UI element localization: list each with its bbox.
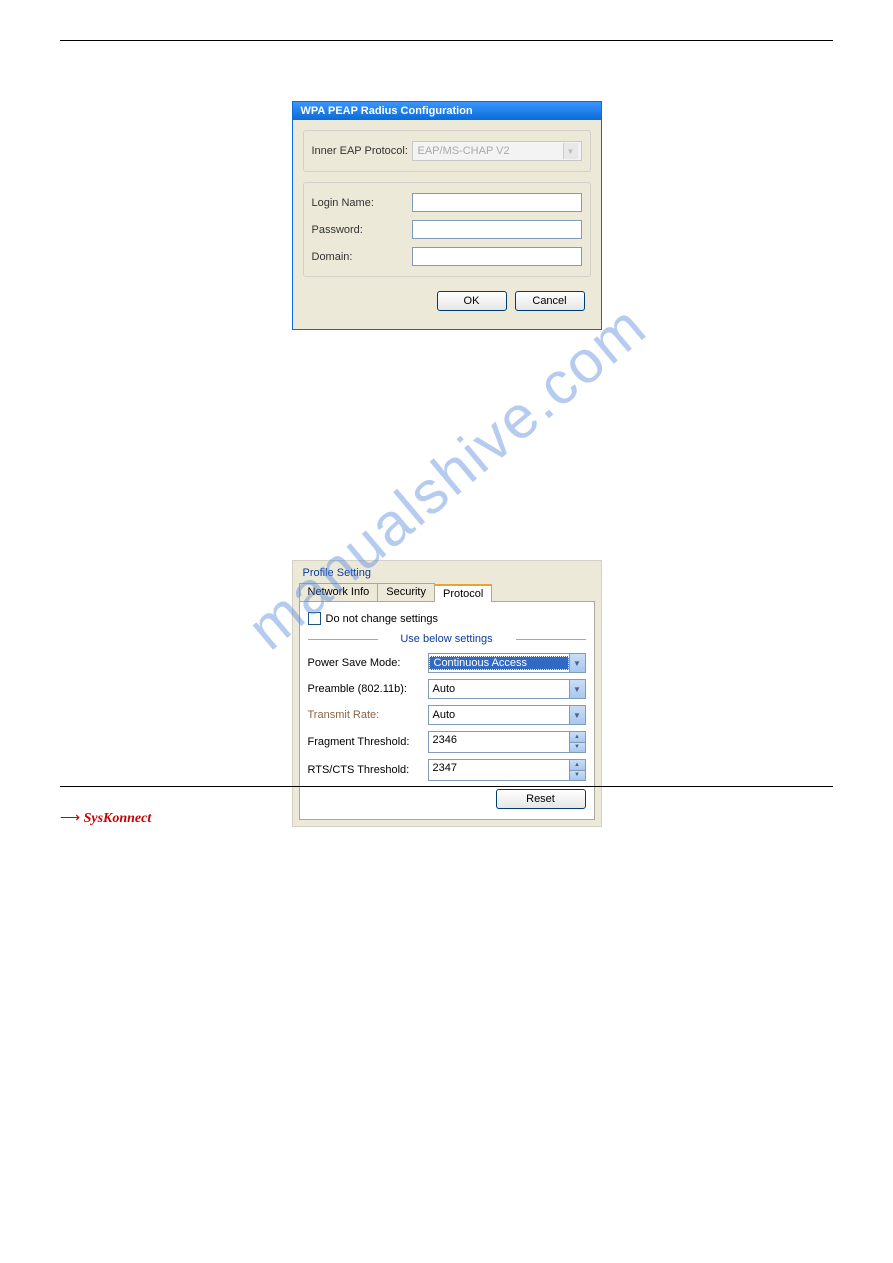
dialog-title: WPA PEAP Radius Configuration xyxy=(293,102,601,120)
login-input[interactable] xyxy=(412,193,582,212)
chevron-down-icon: ▼ xyxy=(569,654,585,672)
tab-network-info[interactable]: Network Info xyxy=(299,583,379,601)
eap-groupbox: Inner EAP Protocol: EAP/MS-CHAP V2 ▼ xyxy=(303,130,591,172)
transmit-rate-select[interactable]: Auto ▼ xyxy=(428,705,586,725)
rtscts-threshold-label: RTS/CTS Threshold: xyxy=(308,764,428,776)
do-not-change-label: Do not change settings xyxy=(326,613,439,625)
chevron-down-icon: ▼ xyxy=(563,143,578,159)
power-save-value: Continuous Access xyxy=(429,656,569,670)
do-not-change-checkbox[interactable] xyxy=(308,612,321,625)
fragment-threshold-label: Fragment Threshold: xyxy=(308,736,428,748)
fragment-threshold-spinner[interactable]: 2346 ▲ ▼ xyxy=(428,731,586,753)
power-save-label: Power Save Mode: xyxy=(308,657,428,669)
password-input[interactable] xyxy=(412,220,582,239)
tab-security[interactable]: Security xyxy=(377,583,435,601)
spin-up-icon[interactable]: ▲ xyxy=(569,732,585,743)
page-rule-bottom xyxy=(60,786,833,787)
syskonnect-logo: ⟶ SysKonnect xyxy=(60,810,151,827)
domain-input[interactable] xyxy=(412,247,582,266)
transmit-rate-label: Transmit Rate: xyxy=(308,709,428,721)
rtscts-threshold-value: 2347 xyxy=(429,760,569,780)
fragment-threshold-value: 2346 xyxy=(429,732,569,752)
rtscts-threshold-spinner[interactable]: 2347 ▲ ▼ xyxy=(428,759,586,781)
spin-down-icon[interactable]: ▼ xyxy=(569,771,585,781)
password-label: Password: xyxy=(312,224,412,236)
spin-down-icon[interactable]: ▼ xyxy=(569,743,585,753)
use-below-divider: Use below settings xyxy=(308,633,586,645)
profile-setting-title: Profile Setting xyxy=(299,567,595,579)
inner-eap-value: EAP/MS-CHAP V2 xyxy=(418,145,510,157)
wpa-peap-dialog: WPA PEAP Radius Configuration Inner EAP … xyxy=(292,101,602,330)
inner-eap-label: Inner EAP Protocol: xyxy=(312,145,412,157)
ok-button[interactable]: OK xyxy=(437,291,507,311)
inner-eap-combo[interactable]: EAP/MS-CHAP V2 ▼ xyxy=(412,141,582,161)
preamble-value: Auto xyxy=(429,683,569,695)
reset-button[interactable]: Reset xyxy=(496,789,586,809)
preamble-label: Preamble (802.11b): xyxy=(308,683,428,695)
tab-protocol[interactable]: Protocol xyxy=(434,584,492,602)
logo-text: SysKonnect xyxy=(84,811,152,826)
power-save-select[interactable]: Continuous Access ▼ xyxy=(428,653,586,673)
transmit-rate-value: Auto xyxy=(429,709,569,721)
logo-swoosh-icon: ⟶ xyxy=(60,811,80,826)
domain-label: Domain: xyxy=(312,251,412,263)
protocol-tabpanel: Do not change settings Use below setting… xyxy=(299,602,595,820)
login-label: Login Name: xyxy=(312,197,412,209)
chevron-down-icon: ▼ xyxy=(569,706,585,724)
spin-up-icon[interactable]: ▲ xyxy=(569,760,585,771)
chevron-down-icon: ▼ xyxy=(569,680,585,698)
credentials-groupbox: Login Name: Password: Domain: xyxy=(303,182,591,277)
preamble-select[interactable]: Auto ▼ xyxy=(428,679,586,699)
page-rule-top xyxy=(60,40,833,41)
tabs: Network Info Security Protocol xyxy=(299,583,595,602)
cancel-button[interactable]: Cancel xyxy=(515,291,585,311)
